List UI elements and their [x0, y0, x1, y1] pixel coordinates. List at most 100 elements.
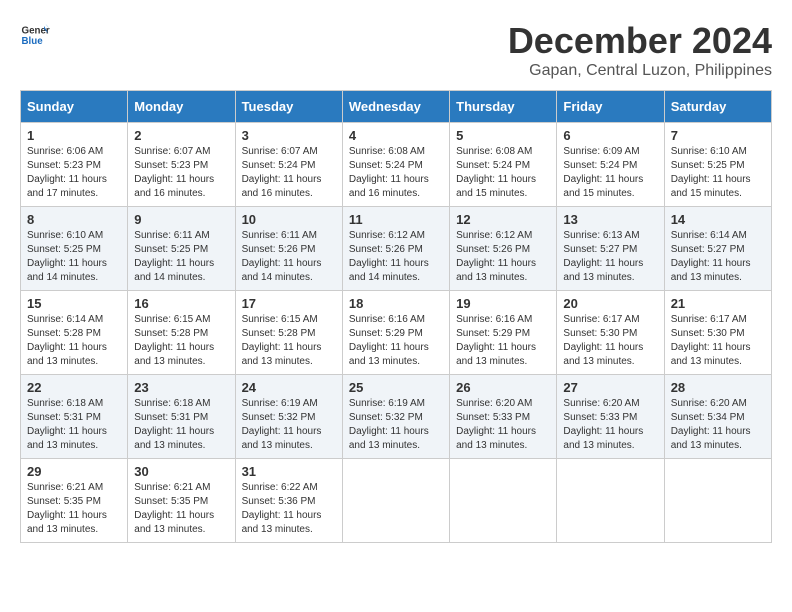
- day-cell: 26Sunrise: 6:20 AMSunset: 5:33 PMDayligh…: [450, 375, 557, 459]
- week-row-5: 29 Sunrise: 6:21 AMSunset: 5:35 PMDayligh…: [21, 459, 772, 543]
- day-number: 6: [563, 128, 657, 143]
- day-number: 17: [242, 296, 336, 311]
- day-number: 5: [456, 128, 550, 143]
- day-info: Sunrise: 6:21 AMSunset: 5:35 PMDaylight:…: [27, 481, 121, 537]
- day-info: Sunrise: 6:09 AMSunset: 5:24 PMDaylight:…: [563, 145, 657, 201]
- day-cell: 16 Sunrise: 6:15 AMSunset: 5:28 PMDayligh…: [128, 291, 235, 375]
- day-cell: 27Sunrise: 6:20 AMSunset: 5:33 PMDayligh…: [557, 375, 664, 459]
- header-cell-sunday: Sunday: [21, 91, 128, 123]
- day-info: Sunrise: 6:14 AMSunset: 5:27 PMDaylight:…: [671, 229, 765, 285]
- day-cell: 2 Sunrise: 6:07 AMSunset: 5:23 PMDaylight…: [128, 123, 235, 207]
- day-info: Sunrise: 6:15 AMSunset: 5:28 PMDaylight:…: [134, 313, 228, 369]
- day-number: 9: [134, 212, 228, 227]
- day-info: Sunrise: 6:17 AMSunset: 5:30 PMDaylight:…: [563, 313, 657, 369]
- day-info: Sunrise: 6:12 AMSunset: 5:26 PMDaylight:…: [456, 229, 550, 285]
- day-number: 3: [242, 128, 336, 143]
- day-number: 26: [456, 380, 550, 395]
- day-info: Sunrise: 6:10 AMSunset: 5:25 PMDaylight:…: [27, 229, 121, 285]
- calendar-table: SundayMondayTuesdayWednesdayThursdayFrid…: [20, 90, 772, 543]
- day-cell: 11Sunrise: 6:12 AMSunset: 5:26 PMDayligh…: [342, 207, 449, 291]
- day-number: 13: [563, 212, 657, 227]
- week-row-4: 22 Sunrise: 6:18 AMSunset: 5:31 PMDayligh…: [21, 375, 772, 459]
- week-row-2: 8 Sunrise: 6:10 AMSunset: 5:25 PMDaylight…: [21, 207, 772, 291]
- day-info: Sunrise: 6:19 AMSunset: 5:32 PMDaylight:…: [349, 397, 443, 453]
- day-info: Sunrise: 6:16 AMSunset: 5:29 PMDaylight:…: [456, 313, 550, 369]
- day-cell: [664, 459, 771, 543]
- day-info: Sunrise: 6:17 AMSunset: 5:30 PMDaylight:…: [671, 313, 765, 369]
- day-info: Sunrise: 6:19 AMSunset: 5:32 PMDaylight:…: [242, 397, 336, 453]
- svg-text:Blue: Blue: [22, 36, 44, 47]
- day-info: Sunrise: 6:07 AMSunset: 5:24 PMDaylight:…: [242, 145, 336, 201]
- header-cell-monday: Monday: [128, 91, 235, 123]
- day-number: 10: [242, 212, 336, 227]
- day-number: 23: [134, 380, 228, 395]
- day-cell: 22 Sunrise: 6:18 AMSunset: 5:31 PMDayligh…: [21, 375, 128, 459]
- day-number: 14: [671, 212, 765, 227]
- day-cell: 15 Sunrise: 6:14 AMSunset: 5:28 PMDayligh…: [21, 291, 128, 375]
- day-cell: 9Sunrise: 6:11 AMSunset: 5:25 PMDaylight…: [128, 207, 235, 291]
- day-number: 31: [242, 464, 336, 479]
- day-number: 25: [349, 380, 443, 395]
- day-cell: 20 Sunrise: 6:17 AMSunset: 5:30 PMDayligh…: [557, 291, 664, 375]
- day-number: 16: [134, 296, 228, 311]
- day-cell: 19 Sunrise: 6:16 AMSunset: 5:29 PMDayligh…: [450, 291, 557, 375]
- day-cell: 8 Sunrise: 6:10 AMSunset: 5:25 PMDaylight…: [21, 207, 128, 291]
- day-info: Sunrise: 6:08 AMSunset: 5:24 PMDaylight:…: [349, 145, 443, 201]
- day-cell: [342, 459, 449, 543]
- day-cell: 7Sunrise: 6:10 AMSunset: 5:25 PMDaylight…: [664, 123, 771, 207]
- location-title: Gapan, Central Luzon, Philippines: [508, 62, 772, 80]
- day-number: 22: [27, 380, 121, 395]
- day-number: 30: [134, 464, 228, 479]
- day-cell: 18 Sunrise: 6:16 AMSunset: 5:29 PMDayligh…: [342, 291, 449, 375]
- day-number: 2: [134, 128, 228, 143]
- svg-text:General: General: [22, 26, 51, 37]
- day-number: 28: [671, 380, 765, 395]
- week-row-3: 15 Sunrise: 6:14 AMSunset: 5:28 PMDayligh…: [21, 291, 772, 375]
- day-info: Sunrise: 6:10 AMSunset: 5:25 PMDaylight:…: [671, 145, 765, 201]
- day-info: Sunrise: 6:16 AMSunset: 5:29 PMDaylight:…: [349, 313, 443, 369]
- month-title: December 2024: [508, 20, 772, 62]
- day-info: Sunrise: 6:14 AMSunset: 5:28 PMDaylight:…: [27, 313, 121, 369]
- title-area: December 2024 Gapan, Central Luzon, Phil…: [508, 20, 772, 80]
- header-cell-friday: Friday: [557, 91, 664, 123]
- day-number: 29: [27, 464, 121, 479]
- day-cell: 29 Sunrise: 6:21 AMSunset: 5:35 PMDayligh…: [21, 459, 128, 543]
- day-cell: 10 Sunrise: 6:11 AMSunset: 5:26 PMDayligh…: [235, 207, 342, 291]
- day-number: 21: [671, 296, 765, 311]
- day-info: Sunrise: 6:20 AMSunset: 5:33 PMDaylight:…: [563, 397, 657, 453]
- day-number: 24: [242, 380, 336, 395]
- header-cell-saturday: Saturday: [664, 91, 771, 123]
- day-number: 11: [349, 212, 443, 227]
- header-cell-thursday: Thursday: [450, 91, 557, 123]
- header: General Blue December 2024 Gapan, Centra…: [20, 20, 772, 80]
- day-number: 8: [27, 212, 121, 227]
- day-info: Sunrise: 6:22 AMSunset: 5:36 PMDaylight:…: [242, 481, 336, 537]
- day-info: Sunrise: 6:21 AMSunset: 5:35 PMDaylight:…: [134, 481, 228, 537]
- day-cell: 23 Sunrise: 6:18 AMSunset: 5:31 PMDayligh…: [128, 375, 235, 459]
- day-cell: 24 Sunrise: 6:19 AMSunset: 5:32 PMDayligh…: [235, 375, 342, 459]
- day-cell: 31 Sunrise: 6:22 AMSunset: 5:36 PMDayligh…: [235, 459, 342, 543]
- day-cell: 3 Sunrise: 6:07 AMSunset: 5:24 PMDaylight…: [235, 123, 342, 207]
- day-cell: [450, 459, 557, 543]
- day-cell: 4 Sunrise: 6:08 AMSunset: 5:24 PMDaylight…: [342, 123, 449, 207]
- day-info: Sunrise: 6:13 AMSunset: 5:27 PMDaylight:…: [563, 229, 657, 285]
- day-info: Sunrise: 6:07 AMSunset: 5:23 PMDaylight:…: [134, 145, 228, 201]
- logo: General Blue: [20, 20, 50, 50]
- day-number: 20: [563, 296, 657, 311]
- day-number: 19: [456, 296, 550, 311]
- day-info: Sunrise: 6:08 AMSunset: 5:24 PMDaylight:…: [456, 145, 550, 201]
- day-info: Sunrise: 6:20 AMSunset: 5:34 PMDaylight:…: [671, 397, 765, 453]
- day-cell: 1 Sunrise: 6:06 AMSunset: 5:23 PMDaylight…: [21, 123, 128, 207]
- day-number: 1: [27, 128, 121, 143]
- day-info: Sunrise: 6:06 AMSunset: 5:23 PMDaylight:…: [27, 145, 121, 201]
- day-number: 18: [349, 296, 443, 311]
- header-cell-wednesday: Wednesday: [342, 91, 449, 123]
- day-number: 4: [349, 128, 443, 143]
- day-number: 15: [27, 296, 121, 311]
- day-info: Sunrise: 6:18 AMSunset: 5:31 PMDaylight:…: [134, 397, 228, 453]
- day-cell: 12Sunrise: 6:12 AMSunset: 5:26 PMDayligh…: [450, 207, 557, 291]
- day-info: Sunrise: 6:18 AMSunset: 5:31 PMDaylight:…: [27, 397, 121, 453]
- day-cell: 13 Sunrise: 6:13 AMSunset: 5:27 PMDayligh…: [557, 207, 664, 291]
- logo-icon: General Blue: [20, 20, 50, 50]
- day-info: Sunrise: 6:11 AMSunset: 5:26 PMDaylight:…: [242, 229, 336, 285]
